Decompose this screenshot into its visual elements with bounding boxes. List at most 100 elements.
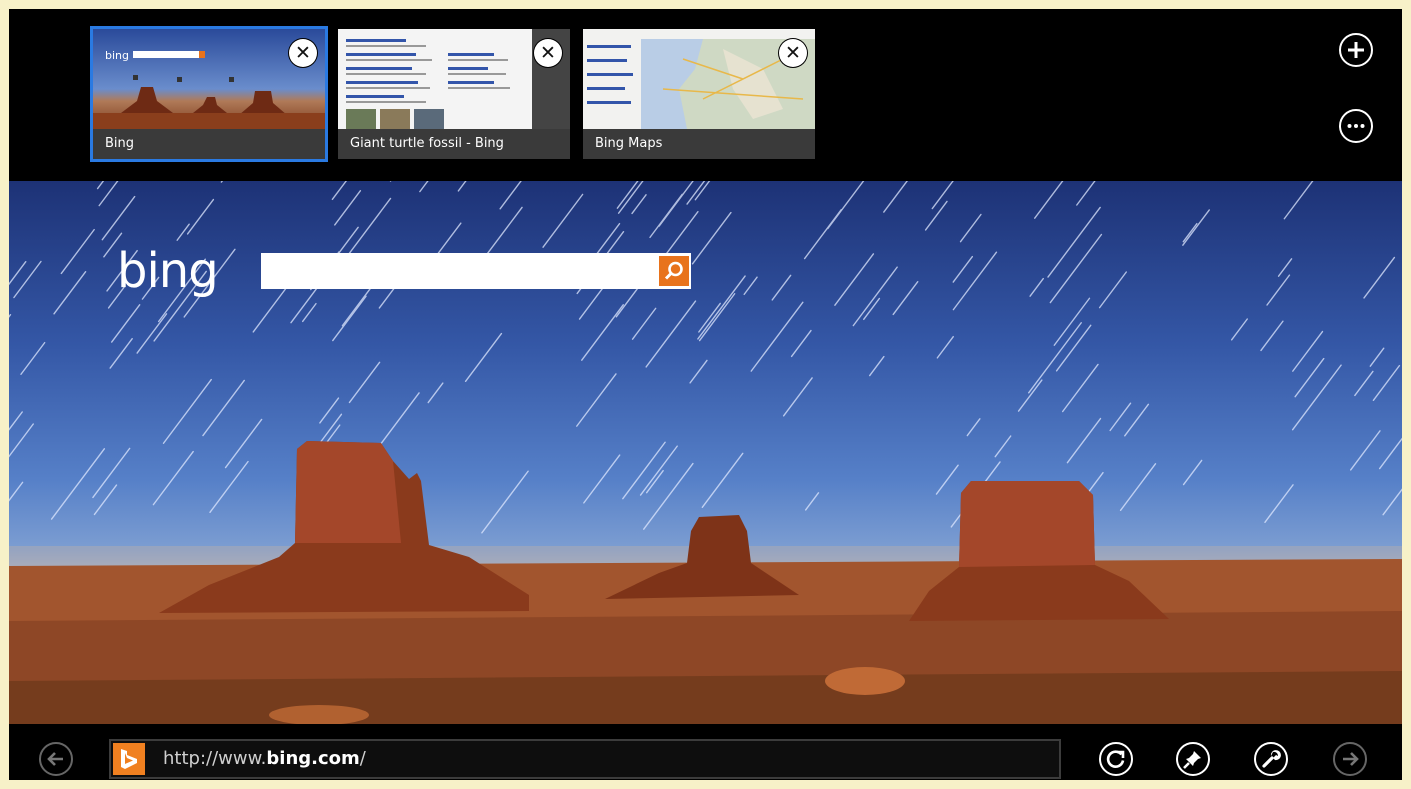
- star-trail: [698, 293, 736, 342]
- tab-close-icon[interactable]: ✕: [289, 39, 317, 67]
- star-trail: [50, 448, 106, 520]
- tab-bing-maps[interactable]: Bing Maps ✕: [583, 29, 815, 159]
- star-trail: [1378, 437, 1402, 470]
- star-trail: [101, 195, 136, 241]
- star-trail: [790, 329, 812, 358]
- star-trail: [111, 304, 141, 343]
- star-trail: [301, 302, 317, 323]
- star-trail: [936, 335, 954, 359]
- star-trail: [631, 194, 647, 215]
- ellipsis-icon: [1347, 124, 1365, 128]
- star-trail: [1349, 430, 1381, 471]
- star-trail: [639, 445, 678, 496]
- address-field[interactable]: http://www.bing.com/: [109, 739, 1061, 779]
- star-trail: [931, 181, 954, 210]
- star-trail: [176, 223, 190, 241]
- star-trail: [645, 469, 664, 494]
- star-trail: [9, 481, 24, 502]
- star-trail: [834, 253, 875, 306]
- tab-title: Bing: [93, 129, 325, 159]
- star-trail: [209, 460, 249, 513]
- star-trail: [827, 181, 865, 230]
- tab-thumbnail: [583, 29, 815, 129]
- star-trail: [109, 337, 133, 369]
- star-trail: [53, 270, 87, 315]
- star-trail: [581, 304, 624, 361]
- tab-title: Bing Maps: [583, 129, 815, 159]
- star-trail: [457, 181, 467, 192]
- page-viewport: bing: [9, 181, 1402, 724]
- star-trail: [252, 284, 290, 333]
- star-trail: [959, 213, 982, 243]
- star-trail: [427, 382, 444, 404]
- star-trail: [1076, 181, 1096, 206]
- star-trail: [1047, 206, 1101, 278]
- star-trail: [1372, 364, 1401, 402]
- star-trail: [1098, 271, 1128, 309]
- star-trail: [924, 200, 948, 231]
- back-button[interactable]: [39, 742, 73, 776]
- star-trail: [93, 484, 118, 516]
- star-trail: [1119, 463, 1157, 512]
- star-trail: [952, 251, 998, 311]
- page-tools-button[interactable]: [1254, 742, 1288, 776]
- pin-icon: [1183, 751, 1201, 769]
- search-button[interactable]: [659, 256, 689, 286]
- star-trail: [743, 276, 758, 296]
- star-trail: [617, 181, 644, 214]
- tab-switcher: bing Bing ✕ Giant turtle fossil - Bing ✕…: [9, 9, 1402, 181]
- pin-button[interactable]: [1176, 742, 1210, 776]
- back-icon: [47, 752, 63, 766]
- tab-thumbnail: bing: [93, 29, 325, 129]
- star-trail: [464, 332, 503, 383]
- star-trail: [319, 397, 340, 424]
- tab-bing[interactable]: bing Bing ✕: [90, 26, 328, 162]
- magnifier-icon: [664, 261, 683, 280]
- star-trail: [771, 274, 792, 301]
- tab-close-icon[interactable]: ✕: [534, 39, 562, 67]
- star-trail: [631, 307, 657, 340]
- star-trail: [658, 181, 694, 227]
- star-trail: [334, 189, 362, 226]
- star-trail: [481, 470, 529, 534]
- star-trail: [1277, 258, 1293, 277]
- bing-logo: bing: [117, 243, 219, 299]
- tab-tools-button[interactable]: [1339, 109, 1373, 143]
- star-trail: [1264, 484, 1294, 523]
- star-trail: [20, 341, 46, 375]
- star-trail: [1053, 297, 1091, 346]
- star-trail: [883, 181, 908, 213]
- star-trail: [220, 181, 224, 183]
- address-bar-region: http://www.bing.com/: [9, 724, 1402, 780]
- star-trail: [694, 181, 711, 201]
- star-trail: [1260, 320, 1284, 352]
- search-input[interactable]: [261, 253, 655, 289]
- star-trail: [202, 379, 245, 437]
- bing-favicon: [113, 743, 145, 775]
- tab-giant-turtle-fossil[interactable]: Giant turtle fossil - Bing ✕: [338, 29, 570, 159]
- star-trail: [13, 260, 42, 299]
- star-trail: [1109, 402, 1132, 432]
- star-trail: [1369, 347, 1385, 367]
- star-trail: [966, 418, 981, 437]
- star-trail: [935, 464, 959, 495]
- star-trail: [1049, 233, 1103, 304]
- star-trail: [9, 423, 34, 458]
- forward-button[interactable]: [1333, 742, 1367, 776]
- star-trail: [1062, 363, 1099, 413]
- refresh-button[interactable]: [1099, 742, 1133, 776]
- star-trail: [136, 313, 168, 354]
- star-trail: [994, 435, 1012, 458]
- url-text: http://www.bing.com/: [163, 748, 366, 769]
- star-trail: [1124, 403, 1150, 437]
- tab-close-icon[interactable]: ✕: [779, 39, 807, 67]
- new-tab-button[interactable]: [1339, 33, 1373, 67]
- star-trail: [1029, 277, 1044, 297]
- star-trail: [649, 193, 683, 239]
- star-trail: [542, 193, 584, 248]
- star-trail: [576, 373, 617, 427]
- star-trail: [952, 255, 974, 283]
- star-trail: [1028, 322, 1082, 394]
- star-trail: [1034, 181, 1064, 219]
- star-trail: [1266, 274, 1291, 306]
